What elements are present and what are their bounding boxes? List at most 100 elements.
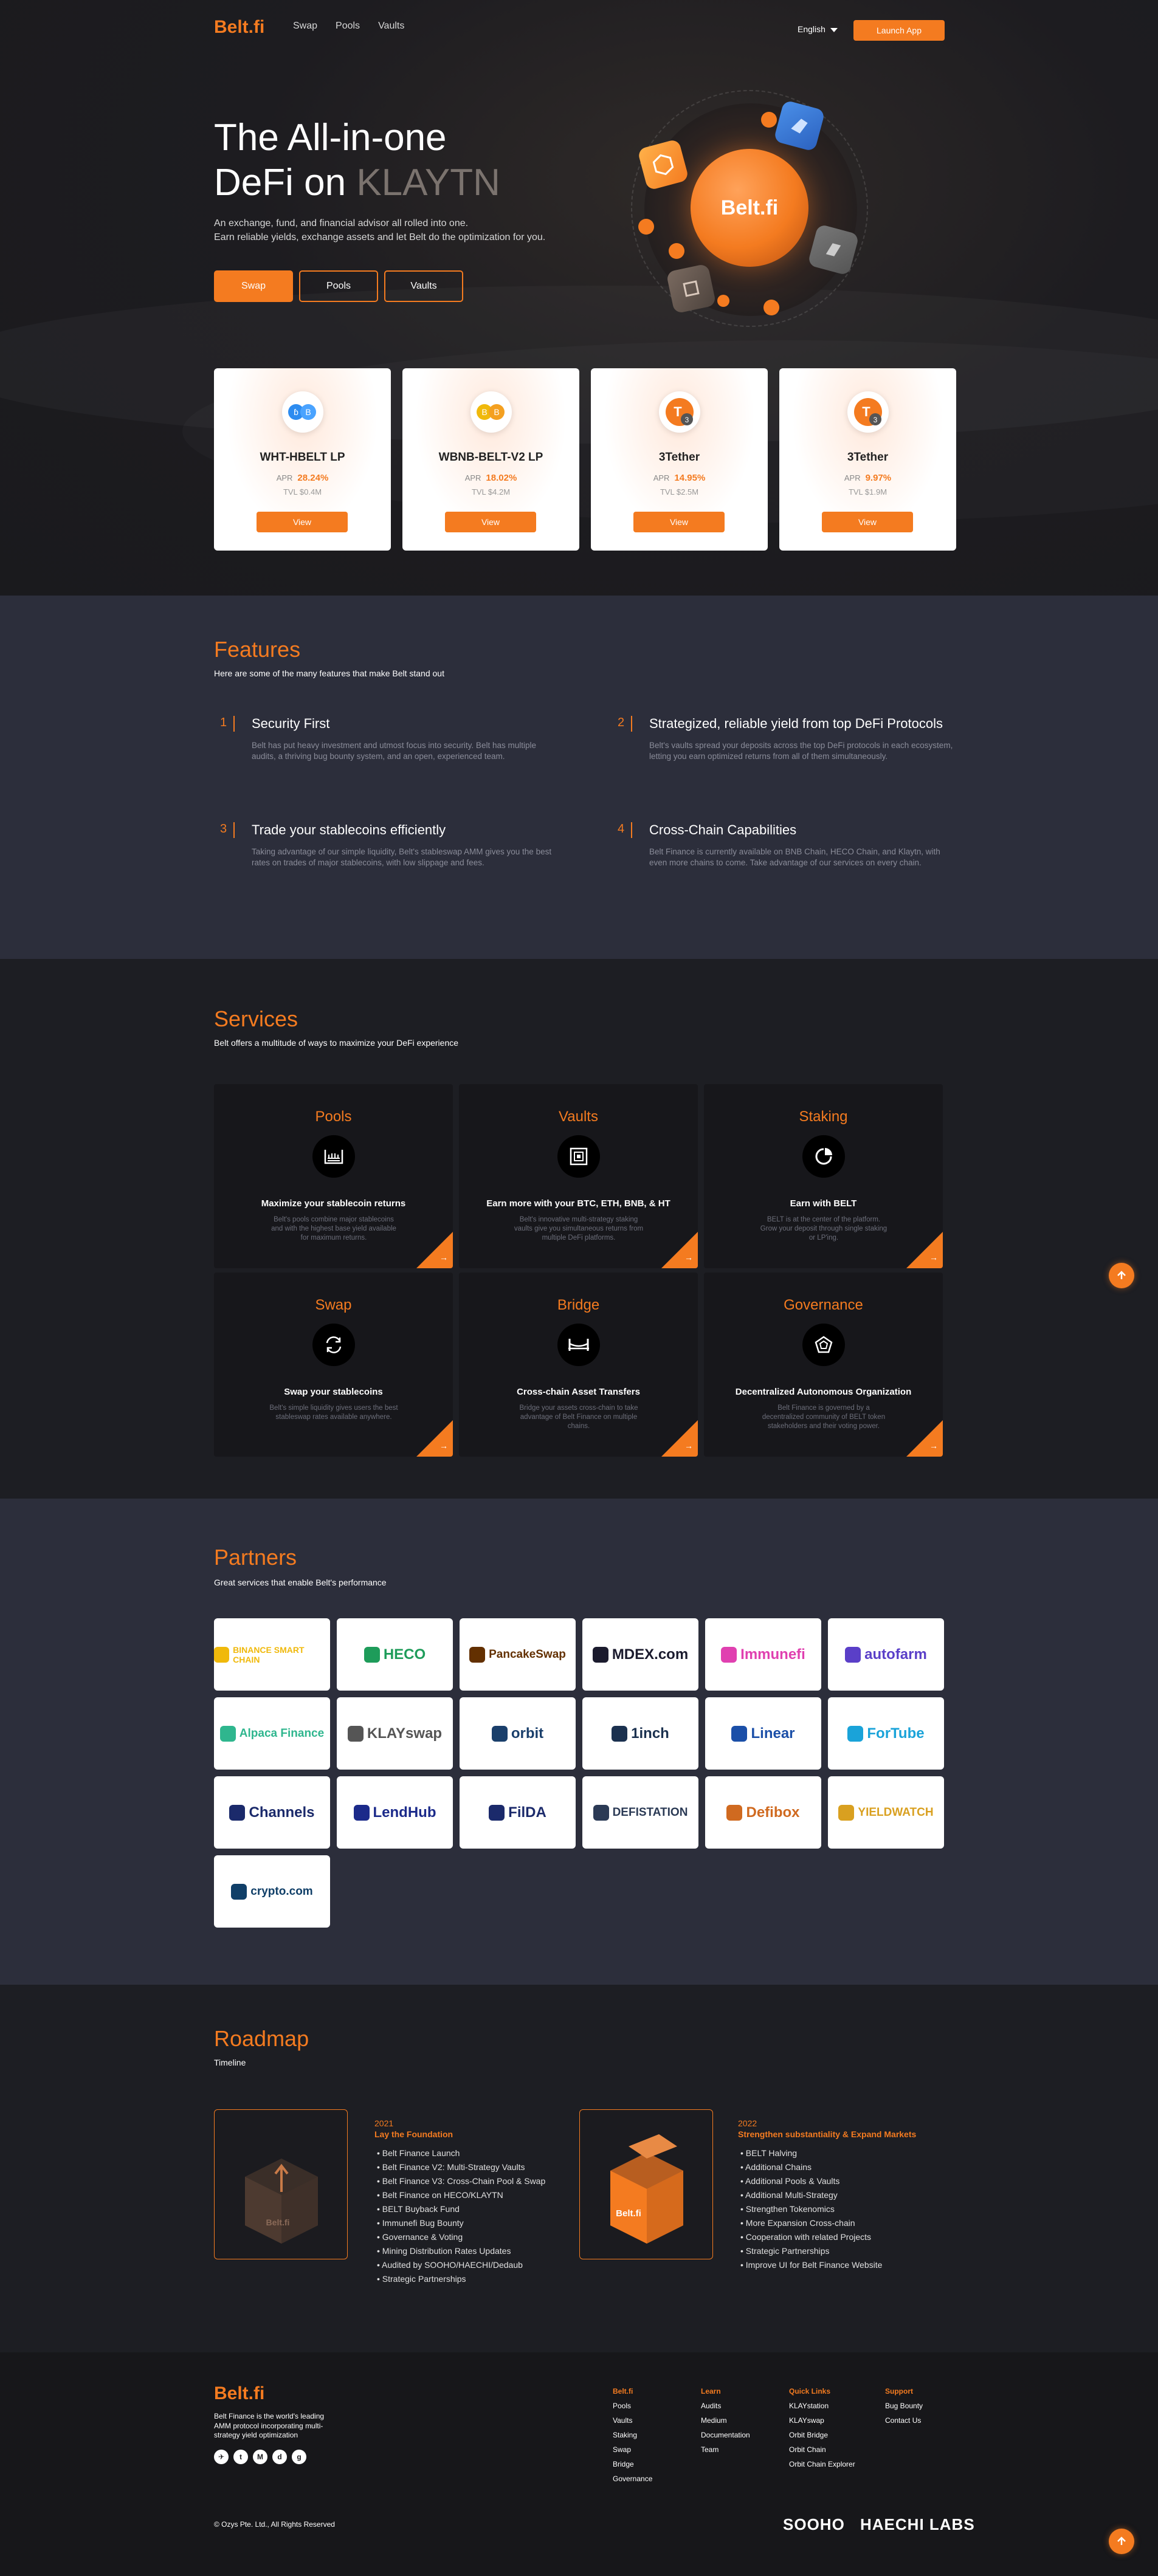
svg-text:Belt.fi: Belt.fi: [266, 2217, 290, 2227]
box-icon: Belt.fi: [245, 2159, 318, 2244]
partner-logo[interactable]: MDEX.com: [582, 1618, 698, 1691]
hero-vaults-button[interactable]: Vaults: [384, 270, 463, 302]
nav-link-swap[interactable]: Swap: [293, 21, 317, 32]
feature-number: 3: [220, 822, 227, 836]
footer-link[interactable]: Pools: [613, 2399, 652, 2413]
roadmap-item: Strategic Partnerships: [740, 2244, 882, 2258]
nav-link-pools[interactable]: Pools: [336, 21, 360, 32]
service-card-swap[interactable]: Swap Swap your stablecoins Belt's simple…: [214, 1273, 453, 1457]
service-card-governance[interactable]: Governance Decentralized Autonomous Orga…: [704, 1273, 943, 1457]
pool-card: ɓB WHT-HBELT LP APR 28.24% TVL $0.4M View: [214, 368, 391, 551]
partner-logo[interactable]: FilDA: [460, 1776, 576, 1849]
service-heading: Swap your stablecoins: [284, 1387, 383, 1397]
partner-logo[interactable]: LendHub: [337, 1776, 453, 1849]
footer-link[interactable]: KLAYswap: [789, 2413, 855, 2428]
footer-link[interactable]: Orbit Bridge: [789, 2428, 855, 2442]
feature-title: Security First: [252, 716, 330, 731]
partner-logo[interactable]: autofarm: [828, 1618, 944, 1691]
service-title: Governance: [784, 1297, 863, 1313]
service-corner: [661, 1232, 698, 1268]
orbit-dot: [638, 219, 654, 235]
service-card-vaults[interactable]: Vaults Earn more with your BTC, ETH, BNB…: [459, 1084, 698, 1268]
roadmap-item: Additional Pools & Vaults: [740, 2174, 882, 2188]
footer-link[interactable]: Governance: [613, 2471, 652, 2486]
svg-text:B: B: [481, 407, 487, 417]
footer-link[interactable]: KLAYstation: [789, 2399, 855, 2413]
footer-link[interactable]: Contact Us: [885, 2413, 923, 2428]
pool-view-button[interactable]: View: [257, 512, 348, 532]
footer-link[interactable]: Documentation: [701, 2428, 750, 2442]
arrow-right-icon: →: [684, 1441, 693, 1451]
partner-logo[interactable]: YIELDWATCH: [828, 1776, 944, 1849]
service-card-bridge[interactable]: Bridge Cross-chain Asset Transfers Bridg…: [459, 1273, 698, 1457]
footer-link[interactable]: Vaults: [613, 2413, 652, 2428]
partner-logo[interactable]: Immunefi: [705, 1618, 821, 1691]
scroll-top-button[interactable]: [1109, 2529, 1134, 2554]
language-select[interactable]: English: [798, 24, 838, 34]
footer-link[interactable]: Audits: [701, 2399, 750, 2413]
footer-column: Belt.fi Pools Vaults Staking Swap Bridge Gover…: [613, 2384, 652, 2486]
partner-logo[interactable]: Channels: [214, 1776, 330, 1849]
github-icon[interactable]: g: [292, 2450, 306, 2464]
nav-link-vaults[interactable]: Vaults: [378, 21, 404, 32]
roadmap-item: Strategic Partnerships: [377, 2272, 545, 2286]
pool-card-list: ɓB WHT-HBELT LP APR 28.24% TVL $0.4M View…: [214, 368, 956, 551]
partner-logo[interactable]: orbit: [460, 1697, 576, 1770]
partner-logo[interactable]: PancakeSwap: [460, 1618, 576, 1691]
service-title: Bridge: [557, 1297, 600, 1313]
telegram-icon[interactable]: ✈: [214, 2450, 229, 2464]
partners-title: Partners: [214, 1545, 297, 1570]
footer-column: Support Bug Bounty Contact Us: [885, 2384, 923, 2428]
footer-link[interactable]: Bridge: [613, 2457, 652, 2471]
sooho-logo[interactable]: SOOHO: [783, 2515, 845, 2534]
pool-apr: APR 9.97%: [844, 473, 892, 483]
service-desc: Bridge your assets cross-chain to take a…: [519, 1404, 638, 1430]
pool-name: WBNB-BELT-V2 LP: [438, 451, 543, 464]
hero-buttons: Swap Pools Vaults: [214, 270, 463, 302]
service-title: Vaults: [559, 1108, 598, 1125]
footer-logo[interactable]: Belt.fi: [214, 2383, 264, 2404]
svg-text:B: B: [494, 407, 499, 417]
service-card-pools[interactable]: Pools Maximize your stablecoin returns B…: [214, 1084, 453, 1268]
partner-logo[interactable]: KLAYswap: [337, 1697, 453, 1770]
partner-logo[interactable]: DEFISTATION: [582, 1776, 698, 1849]
footer-link[interactable]: Staking: [613, 2428, 652, 2442]
scroll-top-button[interactable]: [1109, 1263, 1134, 1288]
partner-logo[interactable]: BINANCE SMART CHAIN: [214, 1618, 330, 1691]
vault-icon: [557, 1135, 600, 1178]
footer-link[interactable]: Swap: [613, 2442, 652, 2457]
medium-icon[interactable]: M: [253, 2450, 267, 2464]
hero-section: The All-in-one DeFi on KLAYTN An exchang…: [0, 0, 1158, 596]
footer-link[interactable]: Orbit Chain: [789, 2442, 855, 2457]
pool-view-button[interactable]: View: [445, 512, 536, 532]
hero-title-line2: DeFi on: [214, 162, 357, 204]
launch-app-button[interactable]: Launch App: [853, 20, 945, 41]
partner-logo[interactable]: Alpaca Finance: [214, 1697, 330, 1770]
pool-view-button[interactable]: View: [633, 512, 725, 532]
hero-swap-button[interactable]: Swap: [214, 270, 293, 302]
partner-logo-icon: [612, 1725, 628, 1742]
roadmap-year: 2022: [738, 2118, 757, 2128]
footer-link[interactable]: Medium: [701, 2413, 750, 2428]
service-card-staking[interactable]: Staking Earn with BELT BELT is at the ce…: [704, 1084, 943, 1268]
haechi-labs-logo[interactable]: HAECHI LABS: [860, 2515, 975, 2534]
partner-logo[interactable]: HECO: [337, 1618, 453, 1691]
partner-logo[interactable]: 1inch: [582, 1697, 698, 1770]
partner-name: Channels: [249, 1804, 315, 1821]
footer-link[interactable]: Orbit Chain Explorer: [789, 2457, 855, 2471]
roadmap-item: Belt Finance on HECO/KLAYTN: [377, 2188, 545, 2202]
footer-link[interactable]: Team: [701, 2442, 750, 2457]
discord-icon[interactable]: d: [272, 2450, 287, 2464]
footer-link[interactable]: Bug Bounty: [885, 2399, 923, 2413]
hero-pools-button[interactable]: Pools: [299, 270, 378, 302]
partner-logo[interactable]: ForTube: [828, 1697, 944, 1770]
partner-logo[interactable]: crypto.com: [214, 1855, 330, 1928]
partner-logo[interactable]: Defibox: [705, 1776, 821, 1849]
swap-icon: [312, 1324, 355, 1366]
pool-view-button[interactable]: View: [822, 512, 913, 532]
social-links: ✈ t Md g: [214, 2450, 306, 2464]
partner-logo[interactable]: Linear: [705, 1697, 821, 1770]
nav-logo[interactable]: Belt.fi: [214, 17, 264, 38]
orbit-dot: [763, 300, 779, 315]
twitter-icon[interactable]: t: [233, 2450, 248, 2464]
